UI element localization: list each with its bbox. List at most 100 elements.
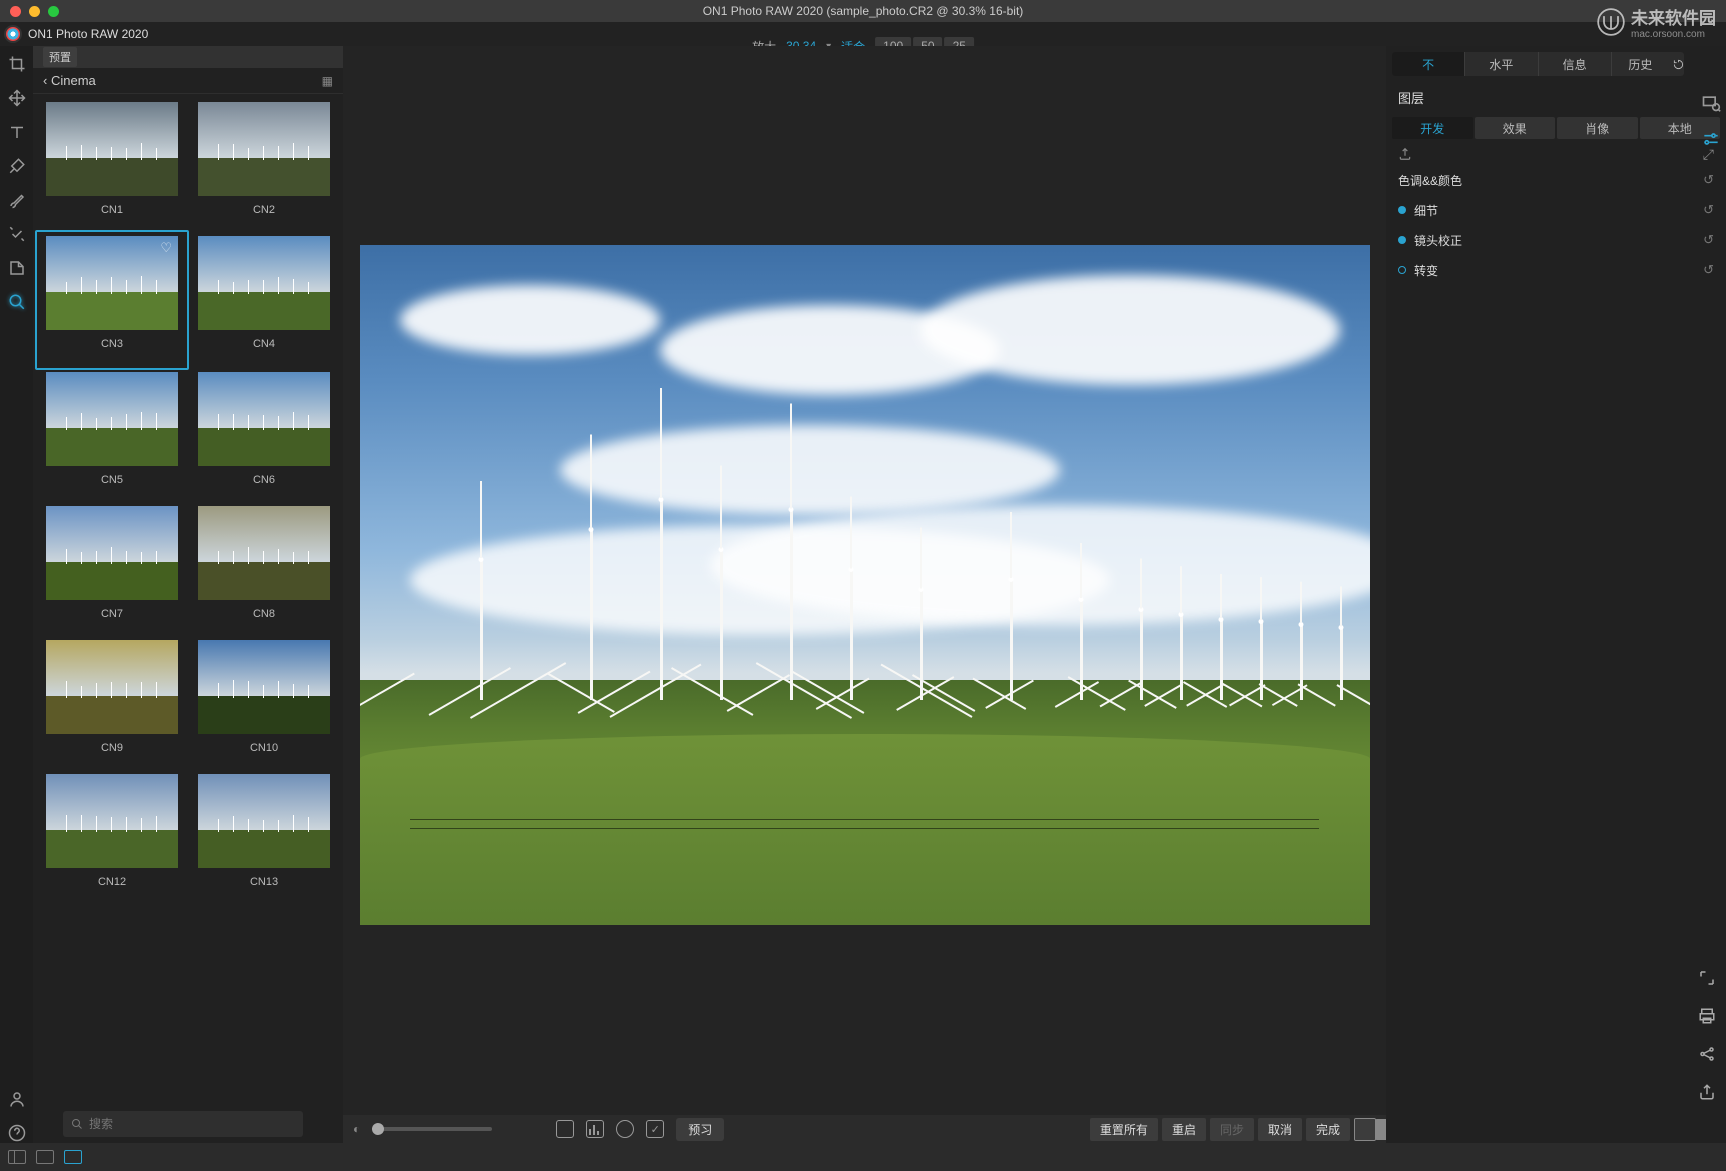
preset-label: CN9 [101,742,123,754]
brush-tool[interactable] [7,190,27,210]
preset-cn6[interactable]: CN6 [193,372,335,498]
expand-row: ⤢ [1386,143,1726,165]
grid-view-icon[interactable]: ▦ [322,74,333,88]
preset-label: CN12 [98,876,126,888]
navigator-icon[interactable] [1700,92,1722,114]
app-name: ON1 Photo RAW 2020 [28,27,148,41]
preset-back-button[interactable]: ‹ Cinema [43,73,96,88]
preset-label: CN2 [253,204,275,216]
section-reset-icon[interactable]: ↺ [1703,262,1714,278]
section-0[interactable]: 色调&&颜色↺ [1386,165,1726,195]
preset-breadcrumb: ‹ Cinema ▦ [33,68,343,94]
preset-cn4[interactable]: CN4 [193,236,335,364]
tab-level[interactable]: 水平 [1464,52,1537,76]
preview-button[interactable]: 预习 [676,1118,724,1141]
minimize-window-button[interactable] [29,6,40,17]
preset-cn2[interactable]: CN2 [193,102,335,228]
section-dot-icon [1398,206,1406,214]
cancel-button[interactable]: 取消 [1258,1118,1302,1141]
text-tool[interactable] [7,122,27,142]
maximize-window-button[interactable] [48,6,59,17]
section-dot-icon [1398,236,1406,244]
crop-tool[interactable] [7,54,27,74]
circle-mode-icon[interactable] [616,1120,634,1138]
canvas-area: ◐ ✓ 预习 重置所有 重启 同步 取消 完成 [343,46,1386,1143]
zoom-tool[interactable] [7,292,27,312]
tab-info[interactable]: 信息 [1538,52,1611,76]
preset-label: CN4 [253,338,275,350]
tab-none[interactable]: 不 [1392,52,1464,76]
square-mode-icon[interactable] [556,1120,574,1138]
layout-single-icon[interactable] [64,1150,82,1164]
layout-dual-icon[interactable] [8,1150,26,1164]
preset-cn9[interactable]: CN9 [41,640,183,766]
reset-all-button[interactable]: 重置所有 [1090,1118,1158,1141]
canvas-toolbar: ◐ ✓ 预习 重置所有 重启 同步 取消 完成 [343,1115,1386,1143]
preset-cn8[interactable]: CN8 [193,506,335,632]
tab-history[interactable]: 历史 [1611,52,1684,76]
preset-panel: 预置 ‹ Cinema ▦ CN1 CN2 ♡ CN3 CN4 CN5 [33,46,343,1143]
preset-label: CN1 [101,204,123,216]
move-tool[interactable] [7,88,27,108]
expand-fullscreen-icon[interactable] [1696,967,1718,989]
section-reset-icon[interactable]: ↺ [1703,202,1714,218]
close-window-button[interactable] [10,6,21,17]
preset-cn5[interactable]: CN5 [41,372,183,498]
export-icon[interactable] [1398,147,1412,161]
section-2[interactable]: 镜头校正 ↺ [1386,225,1726,255]
help-icon[interactable] [7,1123,27,1143]
search-icon [71,1118,83,1130]
tab-history-label: 历史 [1612,56,1669,73]
preset-search[interactable] [63,1111,303,1137]
window-controls [10,6,59,17]
watermark: 未来软件园 mac.orsoon.com [1597,4,1716,40]
undo-icon [1673,59,1684,70]
heal-tool[interactable] [7,224,27,244]
opacity-slider[interactable] [372,1127,492,1131]
right-tabs: 不 水平 信息 历史 [1392,52,1684,76]
preset-label: CN10 [250,742,278,754]
watermark-text: 未来软件园 [1631,4,1716,29]
module-tabs: 开发 效果 肖像 本地 [1392,117,1720,139]
preset-cn10[interactable]: CN10 [193,640,335,766]
section-reset-icon[interactable]: ↺ [1703,172,1714,188]
preset-cn13[interactable]: CN13 [193,774,335,900]
share-nodes-icon[interactable] [1696,1043,1718,1065]
window-title: ON1 Photo RAW 2020 (sample_photo.CR2 @ 3… [703,4,1024,18]
share-icon[interactable] [1696,1081,1718,1103]
check-mode-icon[interactable]: ✓ [646,1120,664,1138]
panel-toggle-right-icon[interactable] [1354,1118,1376,1141]
tool-strip [0,46,33,1143]
preset-cn7[interactable]: CN7 [41,506,183,632]
opacity-icon: ◐ [353,1122,360,1136]
section-1[interactable]: 细节↺ [1386,195,1726,225]
sliders-icon[interactable] [1700,128,1722,150]
subtab-portrait[interactable]: 肖像 [1557,117,1638,139]
section-label: 镜头校正 [1414,232,1462,249]
right-bottom-strip [1696,967,1718,1103]
print-icon[interactable] [1696,1005,1718,1027]
preset-header-label[interactable]: 预置 [43,47,77,67]
section-reset-icon[interactable]: ↺ [1703,232,1714,248]
favorite-icon[interactable]: ♡ [160,240,172,256]
layers-header: 图层 [1386,82,1726,113]
photo-canvas[interactable] [360,245,1370,925]
section-3[interactable]: 转变↺ [1386,255,1726,285]
hist-mode-icon[interactable] [586,1120,604,1138]
preset-search-input[interactable] [89,1117,295,1131]
done-button[interactable]: 完成 [1306,1118,1350,1141]
preset-cn12[interactable]: CN12 [41,774,183,900]
subtab-effects[interactable]: 效果 [1475,117,1556,139]
preset-label: CN5 [101,474,123,486]
preset-label: CN13 [250,876,278,888]
user-profile-icon[interactable] [7,1089,27,1109]
layout-filmstrip-icon[interactable] [36,1150,54,1164]
mask-tool[interactable] [7,258,27,278]
subtab-develop[interactable]: 开发 [1392,117,1473,139]
sync-button[interactable]: 同步 [1210,1118,1254,1141]
preset-cn1[interactable]: CN1 [41,102,183,228]
adjust-brush-tool[interactable] [7,156,27,176]
restart-button[interactable]: 重启 [1162,1118,1206,1141]
preset-label: CN3 [101,338,123,350]
preset-cn3[interactable]: ♡ CN3 [35,230,189,370]
